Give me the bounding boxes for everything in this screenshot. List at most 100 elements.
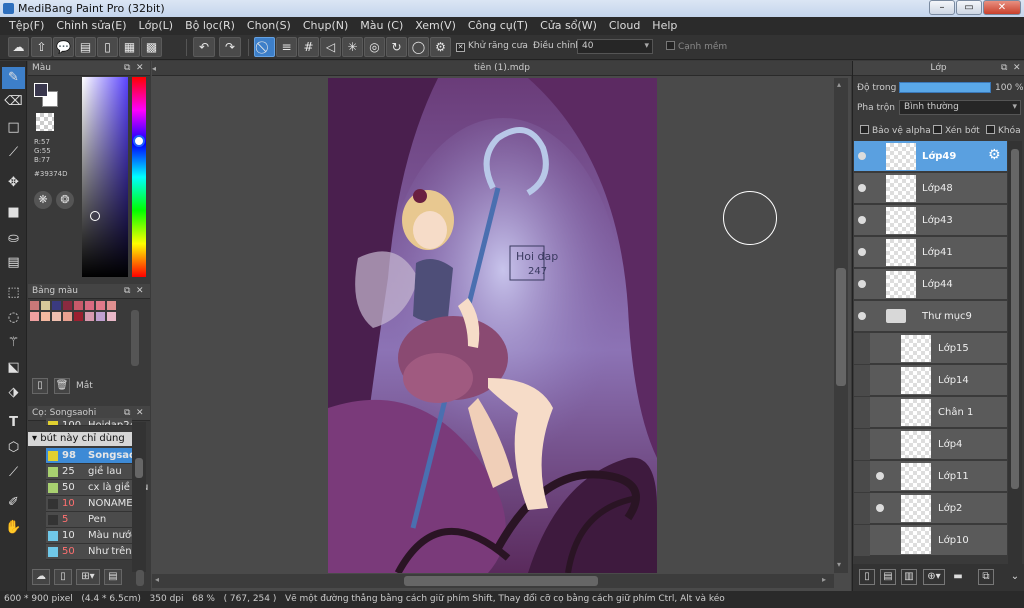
popout-icon[interactable]: ⧉ <box>124 284 130 299</box>
brush-group[interactable]: ▾ bút này chỉ dùng <box>28 432 132 446</box>
menu-tools[interactable]: Công cụ(T) <box>462 17 534 35</box>
blend-mode-select[interactable]: Bình thường ▾ <box>899 100 1021 115</box>
brush-item[interactable]: 10 NONAME <box>46 496 133 512</box>
palette-scrollbar[interactable] <box>131 310 139 366</box>
new-brush-icon[interactable]: ▯ <box>54 569 72 585</box>
palette-swatch[interactable] <box>41 312 50 321</box>
layer-row[interactable]: Lớp2 <box>854 493 1007 524</box>
menu-window[interactable]: Cửa sổ(W) <box>534 17 603 35</box>
layer-row[interactable]: Lớp44 <box>854 269 1007 300</box>
select-rect-icon[interactable]: ⬚ <box>2 282 25 304</box>
palette-swatch[interactable] <box>41 301 50 310</box>
brush-item[interactable]: 100 Hoidap247 <box>46 418 132 426</box>
parallel-snap-icon[interactable]: ≡ <box>276 37 297 57</box>
menu-view[interactable]: Xem(V) <box>409 17 462 35</box>
layer-row[interactable]: Lớp15 <box>854 333 1007 364</box>
hue-slider[interactable] <box>132 77 146 277</box>
scroll-up-icon[interactable]: ▴ <box>837 80 841 89</box>
visibility-eye-icon[interactable] <box>876 472 884 480</box>
undo-icon[interactable]: ↶ <box>193 37 215 57</box>
brush-item[interactable]: 50 Như trên <box>46 544 132 560</box>
menu-help[interactable]: Help <box>646 17 683 35</box>
foreground-color-swatch[interactable] <box>34 83 48 97</box>
popout-icon[interactable]: ⧉ <box>124 61 130 76</box>
close-icon[interactable]: ✕ <box>1013 61 1021 76</box>
grid-icon[interactable]: ▩ <box>141 37 162 57</box>
palette-swatch[interactable] <box>74 301 83 310</box>
redo-icon[interactable]: ↷ <box>219 37 241 57</box>
layer-row[interactable]: Thư mục9 <box>854 301 1007 332</box>
add-swatch-icon[interactable]: ▯ <box>32 378 48 394</box>
minimize-button[interactable]: – <box>929 0 955 15</box>
close-button[interactable]: ✕ <box>983 0 1021 15</box>
brush-settings-icon[interactable]: ▤ <box>104 569 122 585</box>
select-pen-icon[interactable]: ⬕ <box>2 357 25 379</box>
layer-scroll-thumb[interactable] <box>1011 149 1019 489</box>
fill-rect-tool-icon[interactable]: ■ <box>2 202 25 224</box>
operation-tool-icon[interactable]: ⬡ <box>2 437 25 459</box>
snap-off-icon[interactable]: ⃠ <box>254 37 275 57</box>
cloud-save-icon[interactable]: ☁ <box>8 37 29 57</box>
folder-icon[interactable]: ▬ <box>950 569 966 585</box>
vanishing-snap-icon[interactable]: ◁ <box>320 37 341 57</box>
comment-icon[interactable]: 💬 <box>53 37 74 57</box>
menu-file[interactable]: Tệp(F) <box>3 17 50 35</box>
sv-cursor[interactable] <box>90 211 100 221</box>
layer-scrollbar[interactable] <box>1008 141 1022 566</box>
layer-row[interactable]: Lớp43 <box>854 205 1007 236</box>
menu-snap[interactable]: Chụp(N) <box>297 17 354 35</box>
layer-row[interactable]: Lớp10 <box>854 525 1007 556</box>
scroll-right-icon[interactable]: ▸ <box>822 575 826 584</box>
gradient-tool-icon[interactable]: ▤ <box>2 252 25 274</box>
cross-snap-icon[interactable]: # <box>298 37 319 57</box>
palette-swatch[interactable] <box>30 312 39 321</box>
palette-swatch[interactable] <box>96 312 105 321</box>
frame-icon[interactable]: ▦ <box>119 37 140 57</box>
palette-swatch[interactable] <box>85 312 94 321</box>
protect-alpha-checkbox[interactable]: Bảo vệ alpha <box>860 125 931 136</box>
document-icon[interactable]: ▯ <box>97 37 118 57</box>
menu-layer[interactable]: Lớp(L) <box>133 17 180 35</box>
palette-swatch[interactable] <box>63 301 72 310</box>
menu-cloud[interactable]: Cloud <box>603 17 646 35</box>
lasso-tool-icon[interactable]: ◌ <box>2 307 25 329</box>
layer-row[interactable]: Lớp48 <box>854 173 1007 204</box>
document-tab[interactable]: tiên (1).mdp <box>152 61 852 76</box>
adjust-field[interactable]: 40 ▾ <box>577 39 653 54</box>
transparent-color-swatch[interactable] <box>36 113 54 131</box>
chat-icon[interactable]: ▤ <box>75 37 96 57</box>
color-mix-icon[interactable]: ❂ <box>56 191 74 209</box>
layer-settings-icon[interactable]: ⚙ <box>988 147 1001 163</box>
palette-swatch[interactable] <box>96 301 105 310</box>
menu-edit[interactable]: Chỉnh sửa(E) <box>50 17 132 35</box>
layer-row[interactable]: Lớp4 <box>854 429 1007 460</box>
visibility-eye-icon[interactable] <box>858 184 866 192</box>
brush-scroll-thumb[interactable] <box>135 458 143 478</box>
brush-tool-icon[interactable]: ✎ <box>2 67 25 89</box>
hue-cursor[interactable] <box>133 135 145 147</box>
text-tool-icon[interactable]: T <box>2 412 25 434</box>
menu-select[interactable]: Chọn(S) <box>241 17 297 35</box>
maximize-button[interactable]: ▭ <box>956 0 982 15</box>
layer-row[interactable]: Lớp11 <box>854 461 1007 492</box>
trash-icon[interactable]: 🗑 <box>54 378 70 394</box>
tab-scroll-icon[interactable]: ◂ <box>152 61 161 76</box>
brush-options-icon[interactable]: ⊞▾ <box>76 569 100 585</box>
palette-swatch[interactable] <box>52 312 61 321</box>
visibility-eye-icon[interactable] <box>858 280 866 288</box>
visibility-eye-icon[interactable] <box>858 152 866 160</box>
layer-row[interactable]: Chân 1 <box>854 397 1007 428</box>
pen-tool-icon[interactable]: ✐ <box>2 492 25 514</box>
layer-row[interactable]: Lớp14 <box>854 365 1007 396</box>
palette-swatch[interactable] <box>85 301 94 310</box>
layer-row[interactable]: Lớp49 ⚙ <box>854 141 1007 172</box>
layer-more-icon[interactable]: ⌄ <box>1007 569 1023 585</box>
saturation-value-picker[interactable] <box>82 77 128 277</box>
clipping-checkbox[interactable]: Xén bớt <box>933 125 980 136</box>
layer-row[interactable]: Lớp41 <box>854 237 1007 268</box>
move-tool-icon[interactable]: ✥ <box>2 172 25 194</box>
palette-swatch[interactable] <box>107 312 116 321</box>
snap-settings-icon[interactable]: ⚙ <box>430 37 451 57</box>
visibility-eye-icon[interactable] <box>858 248 866 256</box>
brush-item[interactable]: 10 Màu nước <box>46 528 137 544</box>
